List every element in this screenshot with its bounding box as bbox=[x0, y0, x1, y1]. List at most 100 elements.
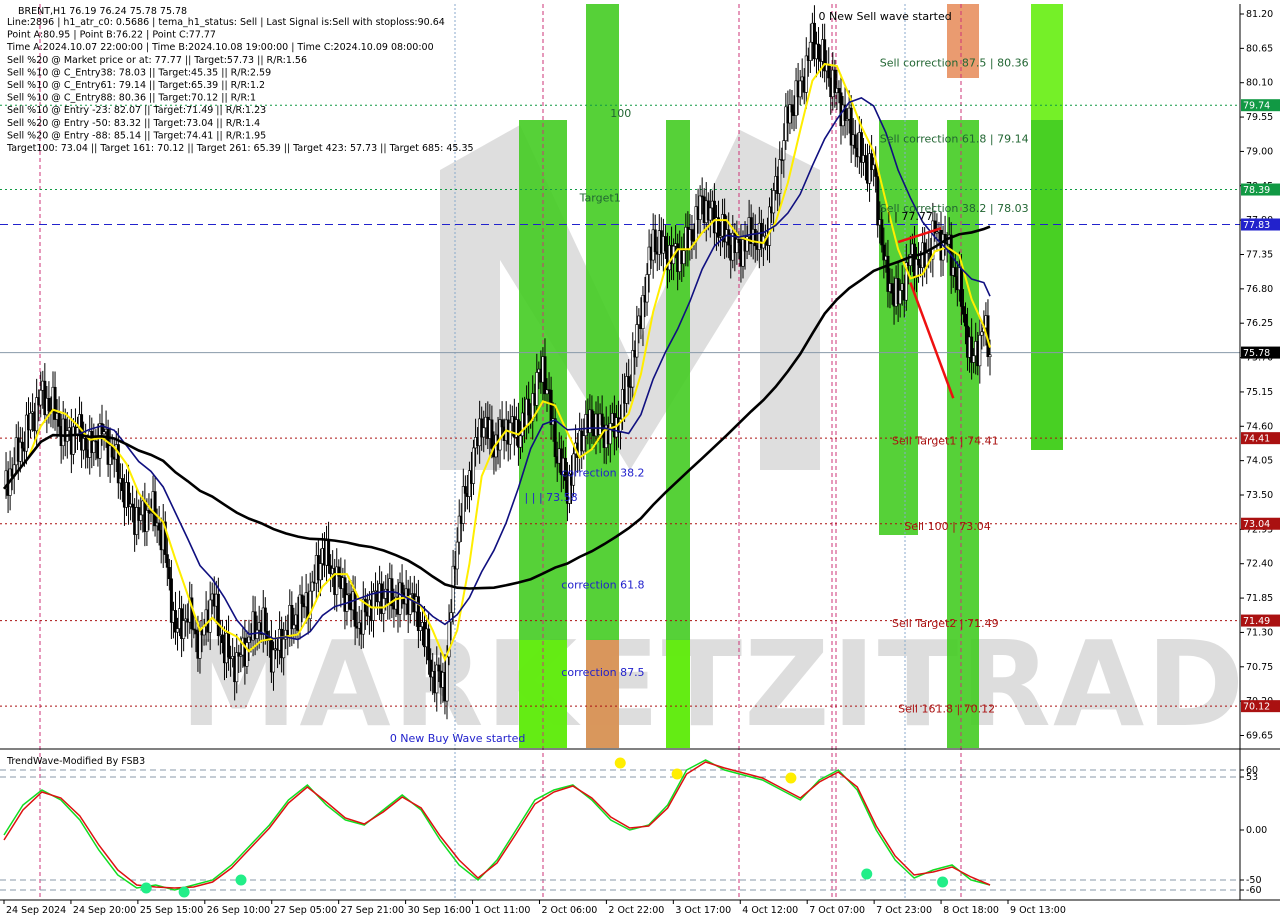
candle-body bbox=[890, 283, 894, 294]
candle-body bbox=[300, 594, 304, 604]
candle-body bbox=[690, 229, 694, 241]
candle-body bbox=[817, 43, 821, 60]
candle-body bbox=[961, 306, 965, 315]
candle-body bbox=[808, 41, 812, 61]
candle-body bbox=[427, 628, 431, 661]
price-tick-label: 72.40 bbox=[1246, 559, 1273, 570]
time-tick-label: 1 Oct 11:00 bbox=[475, 905, 531, 916]
chart-annotation: Sell correction 87.5 | 80.36 bbox=[880, 56, 1029, 69]
signal-zone bbox=[586, 640, 619, 748]
time-tick-label: 3 Oct 17:00 bbox=[675, 905, 731, 916]
chart-annotation: correction 61.8 bbox=[561, 579, 644, 592]
candle-body bbox=[110, 445, 114, 458]
time-tick-label: 26 Sep 10:00 bbox=[207, 905, 270, 916]
candle-body bbox=[282, 638, 286, 659]
time-tick-label: 2 Oct 06:00 bbox=[541, 905, 597, 916]
candle-body bbox=[898, 290, 902, 305]
candle-body bbox=[590, 409, 594, 429]
price-tick-label: 81.20 bbox=[1246, 9, 1273, 20]
candle-body bbox=[837, 88, 841, 94]
time-tick-label: 4 Oct 12:00 bbox=[742, 905, 798, 916]
oscillator-signal-dot bbox=[614, 757, 626, 769]
time-tick-label: 27 Sep 21:00 bbox=[341, 905, 404, 916]
info-line: Sell %10 @ C_Entry61: 79.14 || Target:65… bbox=[7, 80, 265, 91]
chart-annotation: 0 New Sell wave started bbox=[819, 10, 952, 23]
candle-body bbox=[157, 522, 161, 531]
time-tick-label: 25 Sep 15:00 bbox=[140, 905, 203, 916]
candle-body bbox=[917, 258, 921, 266]
chart-annotation: | | | 73.58 bbox=[525, 491, 578, 504]
candle-body bbox=[235, 652, 239, 683]
candle-body bbox=[57, 413, 61, 427]
chart-annotation: 0 New Buy Wave started bbox=[390, 732, 526, 745]
candle-body bbox=[518, 435, 522, 448]
info-line: Point A:80.95 | Point B:76.22 | Point C:… bbox=[7, 30, 216, 41]
candle-body bbox=[127, 482, 131, 507]
candle-body bbox=[271, 649, 275, 673]
candle-body bbox=[553, 418, 557, 457]
price-level-label: 75.78 bbox=[1243, 348, 1270, 359]
candle-body bbox=[635, 324, 639, 358]
candle-body bbox=[853, 134, 857, 149]
candle-body bbox=[84, 438, 88, 451]
candle-body bbox=[255, 629, 259, 639]
chart-annotation: Sell correction 61.8 | 79.14 bbox=[880, 133, 1029, 146]
chart-annotation: Target1 bbox=[579, 191, 621, 204]
candle-body bbox=[778, 159, 782, 194]
info-line: Sell %10 @ Entry -23: 82.07 || Target:71… bbox=[7, 105, 266, 116]
chart-annotation: Sell Target1 | 74.41 bbox=[892, 434, 999, 447]
candle-body bbox=[47, 397, 51, 411]
candle-body bbox=[876, 176, 880, 226]
trading-chart[interactable]: MARKETZITRADE 0 New Sell wave started Sel… bbox=[0, 0, 1280, 920]
time-tick-label: 27 Sep 05:00 bbox=[274, 905, 337, 916]
oscillator-signal-dot bbox=[861, 868, 873, 880]
candle-body bbox=[500, 419, 504, 428]
candle-body bbox=[310, 581, 314, 592]
candle-body bbox=[645, 274, 649, 303]
candle-body bbox=[727, 229, 731, 246]
candle-body bbox=[353, 591, 357, 627]
candle-body bbox=[663, 236, 667, 252]
price-tick-label: 77.35 bbox=[1246, 249, 1273, 260]
info-line: Time A:2024.10.07 22:00:00 | Time B:2024… bbox=[6, 42, 434, 53]
price-level-label: 74.41 bbox=[1243, 434, 1270, 445]
candle-body bbox=[437, 664, 441, 672]
candle-body bbox=[463, 486, 467, 494]
price-level-label: 78.39 bbox=[1243, 185, 1270, 196]
price-level-label: 77.83 bbox=[1243, 220, 1270, 231]
signal-zone bbox=[666, 640, 690, 748]
candle-body bbox=[363, 598, 367, 613]
info-line: Sell %10 @ C_Entry88: 80.36 || Target:70… bbox=[7, 93, 256, 104]
candle-body bbox=[988, 354, 992, 357]
price-tick-label: 69.65 bbox=[1246, 731, 1273, 742]
price-tick-label: 79.00 bbox=[1246, 146, 1273, 157]
price-level-label: 71.49 bbox=[1243, 616, 1270, 627]
candle-body bbox=[153, 491, 157, 527]
info-line: Target100: 73.04 || Target 161: 70.12 ||… bbox=[6, 143, 474, 154]
candle-body bbox=[482, 427, 486, 438]
candle-body bbox=[978, 334, 982, 367]
info-line: Sell %10 @ C_Entry38: 78.03 || Target:45… bbox=[7, 67, 271, 78]
price-tick-label: 73.50 bbox=[1246, 490, 1273, 501]
candle-body bbox=[508, 422, 512, 445]
candle-body bbox=[964, 313, 968, 327]
candle-body bbox=[782, 140, 786, 161]
candle-body bbox=[682, 250, 686, 265]
candle-body bbox=[790, 104, 794, 113]
time-tick-label: 24 Sep 20:00 bbox=[73, 905, 136, 916]
candle-body bbox=[608, 423, 612, 445]
price-tick-label: 75.15 bbox=[1246, 387, 1273, 398]
info-line: Sell %20 @ Entry -50: 83.32 || Target:73… bbox=[7, 118, 260, 129]
oscillator-tick-label: 0.00 bbox=[1246, 825, 1267, 836]
candle-body bbox=[20, 441, 24, 449]
candle-body bbox=[245, 642, 249, 667]
oscillator-signal-dot bbox=[937, 876, 949, 888]
price-level-label: 70.12 bbox=[1243, 702, 1270, 713]
candle-body bbox=[165, 554, 169, 568]
oscillator-signal-dot bbox=[785, 772, 797, 784]
candle-body bbox=[455, 541, 459, 570]
time-tick-label: 8 Oct 18:00 bbox=[943, 905, 999, 916]
time-tick-label: 2 Oct 22:00 bbox=[608, 905, 664, 916]
price-tick-label: 71.85 bbox=[1246, 593, 1273, 604]
candle-body bbox=[227, 632, 231, 658]
